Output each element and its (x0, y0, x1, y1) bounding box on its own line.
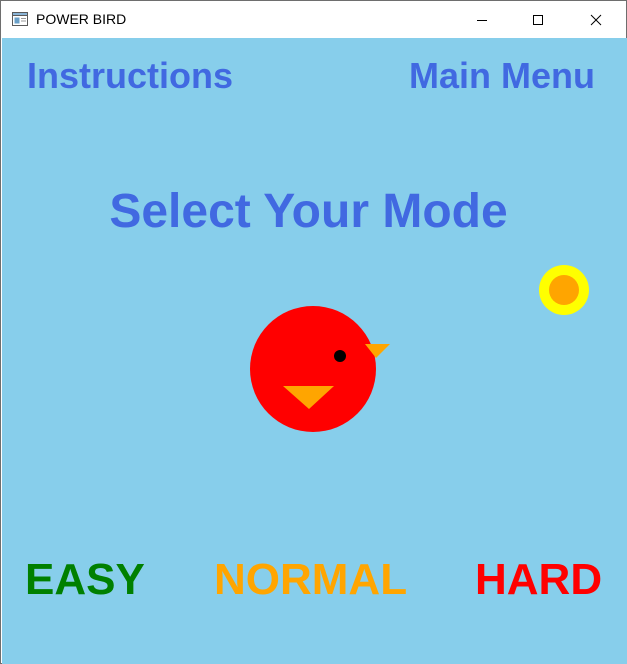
coin-icon (539, 265, 589, 315)
window-title: POWER BIRD (36, 11, 127, 27)
game-canvas: Instructions Main Menu Select Your Mode … (2, 38, 627, 664)
maximize-icon (533, 14, 543, 25)
easy-mode-button[interactable]: EASY (25, 555, 145, 605)
close-icon (590, 14, 602, 25)
game-window: POWER BIRD Instructions Main Menu Select… (0, 0, 627, 664)
bird-icon (250, 306, 390, 432)
minimize-icon (477, 19, 487, 21)
main-menu-button[interactable]: Main Menu (409, 56, 595, 96)
page-title: Select Your Mode (109, 185, 508, 238)
normal-mode-button[interactable]: NORMAL (214, 555, 407, 605)
hard-mode-button[interactable]: HARD (475, 555, 602, 605)
close-button[interactable] (568, 1, 624, 38)
app-window-icon (12, 12, 28, 26)
instructions-button[interactable]: Instructions (27, 56, 233, 96)
title-bar[interactable]: POWER BIRD (1, 1, 626, 38)
maximize-button[interactable] (510, 1, 566, 38)
minimize-button[interactable] (454, 1, 510, 38)
